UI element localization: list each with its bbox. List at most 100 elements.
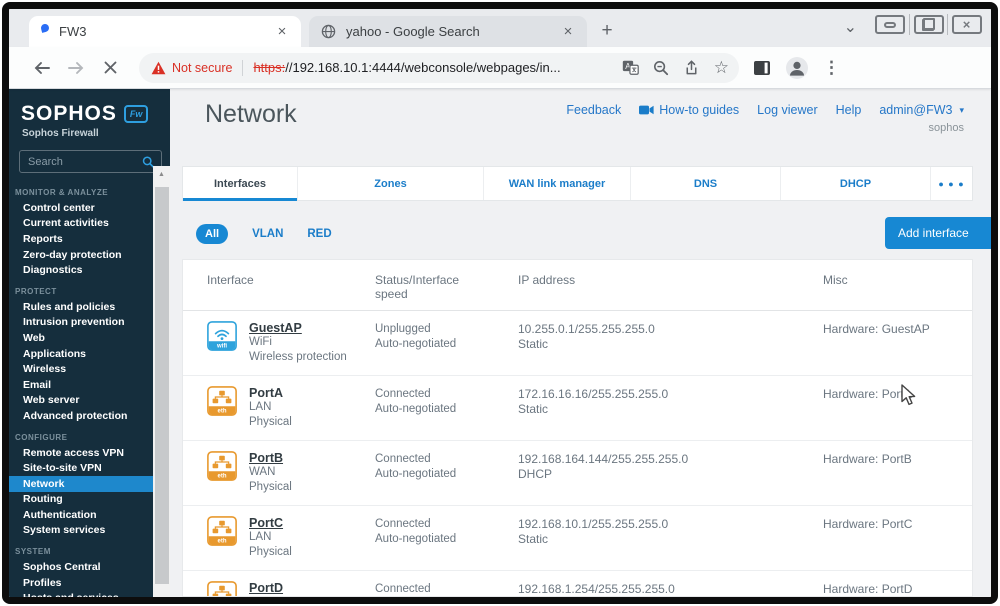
interface-link[interactable]: PortC [249,516,292,530]
column-header-label: IP address [518,273,576,287]
sidebar-search[interactable] [19,150,162,173]
bookmark-star-icon[interactable]: ☆ [714,58,729,78]
address-bar[interactable]: Not secure https://192.168.10.1:4444/web… [139,52,739,83]
filter-chip-red[interactable]: RED [307,228,331,240]
tab-dhcp[interactable]: DHCP [781,167,931,200]
logo-subtitle: Sophos Firewall [22,128,99,139]
sidebar-item-profiles[interactable]: Profiles [9,575,153,591]
ip-text: 10.255.0.1/255.255.255.0 [518,322,655,336]
globe-icon [321,24,336,39]
interface-link[interactable]: PortB [249,451,292,465]
stop-button[interactable] [95,53,125,83]
filter-chip-vlan[interactable]: VLAN [252,228,283,240]
sidebar-item-authentication[interactable]: Authentication [9,507,153,523]
sidebar-item-wireless[interactable]: Wireless [9,361,153,377]
url-text[interactable]: https://192.168.10.1:4444/webconsole/web… [253,60,611,75]
tab-interfaces[interactable]: Interfaces [183,167,298,201]
tab-zones[interactable]: Zones [298,167,484,200]
interface-texts: PortDWANPhysical [249,581,292,596]
search-input[interactable] [28,155,143,168]
interfaces-table: Interface Status/Interface speed IP addres… [182,259,973,597]
cell-status: Unplugged Auto-negotiated [375,321,518,364]
filter-chip-all[interactable]: All [196,224,229,244]
browser-tab-yahoo[interactable]: yahoo - Google Search × [309,16,587,47]
tab-search-chevron-icon[interactable]: ⌄ [844,17,857,37]
new-tab-button[interactable]: + [593,17,621,45]
speed-text: Auto-negotiated [375,338,457,350]
sidebar-item-web-server[interactable]: Web server [9,393,153,409]
header-link-how-to-guides[interactable]: How-to guides [639,103,739,117]
sidebar-item-system-services[interactable]: System services [9,523,153,539]
header-link-feedback[interactable]: Feedback [566,103,621,117]
sidebar-item-applications[interactable]: Applications [9,346,153,362]
security-warning-label[interactable]: Not secure [172,61,232,75]
sidebar-scrollbar[interactable]: ▲ [153,166,170,597]
sidebar-item-reports[interactable]: Reports [9,231,153,247]
share-icon[interactable] [683,59,700,76]
cell-misc: Hardware: PortA [823,387,912,401]
sidebar-item-sophos-central[interactable]: Sophos Central [9,559,153,575]
zoom-icon[interactable] [653,60,669,76]
cell-misc: Hardware: PortC [823,517,913,531]
add-interface-button[interactable]: Add interface [885,217,991,249]
cell-ip-address: 10.255.0.1/255.255.255.0 Static [518,321,823,364]
back-button[interactable] [27,53,57,83]
column-header-ip-address: IP address [518,273,823,301]
logo-text: SOPHOS [21,102,117,125]
profile-avatar[interactable] [785,56,809,80]
header-link-log-viewer[interactable]: Log viewer [757,103,817,117]
sidebar-item-network[interactable]: Network [9,475,153,492]
sidebar-item-rules-and-policies[interactable]: Rules and policies [9,299,153,315]
sidebar-item-current-activities[interactable]: Current activities [9,216,153,232]
interface-link[interactable]: PortA [249,386,292,400]
sidebar-item-diagnostics[interactable]: Diagnostics [9,262,153,278]
sidebar-item-email[interactable]: Email [9,377,153,393]
network-tab-bar: Interfaces Zones WAN link manager DNS DHCP ● … [182,166,973,201]
translate-icon[interactable]: A [622,60,639,75]
interface-link[interactable]: GuestAP [249,321,347,335]
interface-texts: PortC LAN Physical [249,516,292,559]
tab-close-icon[interactable]: × [273,23,291,40]
sidebar-item-control-center[interactable]: Control center [9,200,153,216]
column-header-label: Misc [823,273,848,287]
tabs-more-icon[interactable]: ● ● ● [931,167,972,200]
side-panel-icon[interactable] [753,60,771,76]
tab-wan-link-manager[interactable]: WAN link manager [484,167,631,200]
restore-button[interactable] [909,14,947,35]
cell-ip-address: 192.168.1.254/255.255.255.0Static [518,581,823,596]
svg-text:eth: eth [218,538,227,544]
sidebar-item-web[interactable]: Web [9,330,153,346]
tab-close-icon[interactable]: × [559,23,577,40]
sidebar-item-remote-access-vpn[interactable]: Remote access VPN [9,445,153,461]
forward-button[interactable] [61,53,91,83]
interface-link[interactable]: PortD [249,581,292,595]
sidebar-item-site-to-site-vpn[interactable]: Site-to-site VPN [9,460,153,476]
sidebar-item-zero-day-protection[interactable]: Zero-day protection [9,247,153,263]
svg-text:eth: eth [218,408,227,414]
sidebar-item-hosts-and-services[interactable]: Hosts and services [9,590,153,597]
ip-text: 172.16.16.16/255.255.255.0 [518,387,669,401]
sidebar-item-intrusion-prevention[interactable]: Intrusion prevention [9,315,153,331]
cell-interface: eth PortC LAN Physical [207,516,375,559]
user-menu[interactable]: admin@FW3 ▾ [879,103,964,117]
scrollbar-thumb[interactable] [154,187,169,584]
sidebar-item-advanced-protection[interactable]: Advanced protection [9,408,153,424]
nav-section-label: PROTECT [15,286,57,296]
close-window-button[interactable]: × [947,14,985,35]
svg-text:eth: eth [218,473,227,479]
header-link-help[interactable]: Help [836,103,862,117]
ip-text: 192.168.10.1/255.255.255.0 [518,517,669,531]
minimize-button[interactable] [871,14,909,35]
close-window-icon: × [962,17,971,32]
cell-misc: Hardware: PortD [823,582,913,596]
firewall-badge: Fw [123,105,149,123]
browser-tab-fw3[interactable]: FW3 × [29,16,301,47]
table-row-portc: eth PortC LAN Physical Connected Auto-negoti… [183,505,972,570]
speed-text: Auto-negotiated [375,468,457,480]
browser-menu-icon[interactable]: ⋮ [823,58,840,78]
scrollbar-up-icon[interactable]: ▲ [153,166,170,182]
interface-texts: PortA LAN Physical [249,386,292,429]
nav-section-label: MONITOR & ANALYZE [15,188,109,197]
sidebar-item-routing[interactable]: Routing [9,492,153,508]
tab-dns[interactable]: DNS [631,167,781,200]
